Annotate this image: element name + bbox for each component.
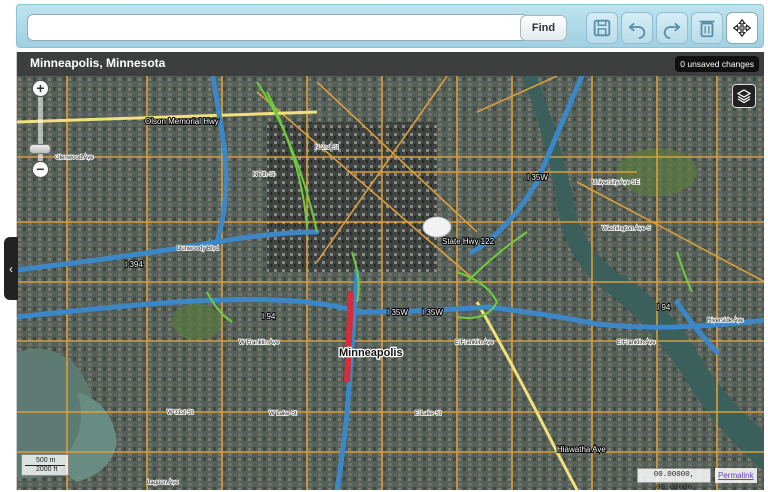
coordinates-readout: 00.00000, 00.00000: [637, 468, 711, 490]
undo-button[interactable]: [621, 12, 653, 44]
toolbar: Find: [16, 4, 764, 48]
i94-east-label: I 94: [657, 303, 671, 312]
n2nd-label: N 2nd St: [315, 145, 339, 151]
w31-label: W 31st St: [167, 410, 193, 416]
layers-icon: [736, 89, 752, 104]
pan-move-icon: [732, 18, 752, 38]
i94-west-label: I 94: [262, 312, 276, 321]
pan-tool-button[interactable]: [726, 12, 758, 44]
riverside-label: Riverside Ave: [707, 318, 744, 324]
layers-button[interactable]: [732, 84, 756, 108]
delete-button[interactable]: [691, 12, 723, 44]
location-title: Minneapolis, Minnesota: [30, 56, 166, 70]
i394-label: I 394: [125, 260, 143, 269]
scale-imperial: 2000 ft: [36, 466, 58, 473]
franklin-e-label: E Franklin Ave: [455, 340, 494, 346]
olson-hwy-label: Olson Memorial Hwy: [145, 117, 219, 126]
university-label: University Ave SE: [592, 180, 640, 186]
search-input[interactable]: [27, 14, 529, 41]
lake-label: W Lake St: [269, 411, 297, 417]
redo-button[interactable]: [656, 12, 688, 44]
map-canvas[interactable]: Olson Memorial Hwy State Hwy 122 I 35W I…: [16, 52, 764, 490]
lagoon-label: Lagoon Ave: [147, 480, 179, 486]
app-root: Find Olson Memorial Hwy State Hwy 122 I …: [0, 0, 768, 492]
unsaved-changes-badge: 0 unsaved changes: [675, 56, 759, 72]
i35w-label-a: I 35W: [387, 308, 408, 317]
i35w-north-label: I 35W: [527, 173, 548, 182]
redo-icon: [663, 22, 681, 39]
trash-icon: [699, 20, 715, 38]
glenwood-label: Glenwood Ave: [55, 155, 94, 161]
dunwoody-label: Dunwoody Blvd: [177, 246, 219, 252]
map-imagery: Olson Memorial Hwy State Hwy 122 I 35W I…: [17, 52, 764, 490]
find-button[interactable]: Find: [520, 15, 567, 41]
sidebar-toggle-button[interactable]: ‹: [4, 237, 18, 300]
i35w-label-b: I 35W: [422, 308, 443, 317]
hiawatha-label: Hiawatha Ave: [557, 445, 606, 454]
scale-metric: 500 m: [36, 457, 56, 464]
lake-e-label: E Lake St: [415, 411, 441, 417]
n7th-label: N 7th St: [253, 172, 275, 178]
franklin-e2-label: E Franklin Ave: [617, 340, 656, 346]
map-title-bar: Minneapolis, Minnesota 0 unsaved changes: [17, 52, 764, 76]
state-hwy-122-label: State Hwy 122: [442, 237, 495, 246]
undo-icon: [628, 22, 646, 39]
scale-bar: 500 m 2000 ft: [21, 454, 69, 476]
zoom-slider-handle[interactable]: [29, 144, 51, 154]
washington-label: Washington Ave S: [602, 226, 651, 232]
zoom-out-button[interactable]: −: [32, 161, 49, 178]
chevron-left-icon: ‹: [9, 261, 13, 276]
zoom-in-button[interactable]: +: [32, 80, 49, 97]
franklin-w-label: W Franklin Ave: [239, 340, 280, 346]
save-icon: [593, 19, 611, 37]
save-button[interactable]: [586, 12, 618, 44]
permalink-link[interactable]: Permalink: [715, 468, 757, 483]
city-label: Minneapolis: [339, 347, 403, 359]
